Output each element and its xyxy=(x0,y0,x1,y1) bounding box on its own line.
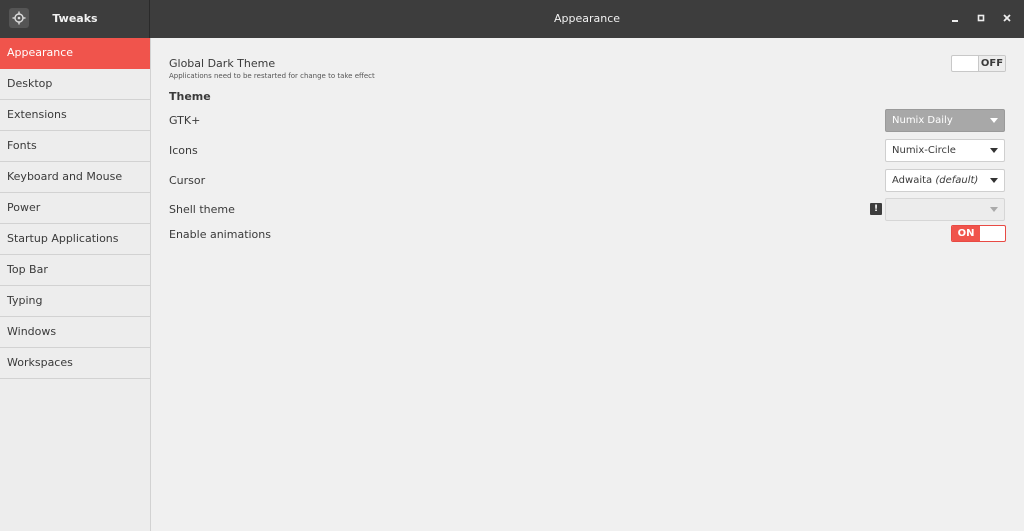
chevron-down-icon xyxy=(990,110,998,131)
enable-animations-label: Enable animations xyxy=(169,228,271,241)
maximize-icon[interactable] xyxy=(974,11,988,25)
window-title: Appearance xyxy=(553,12,621,25)
close-icon[interactable] xyxy=(1000,11,1014,25)
appearance-panel: Global Dark Theme Applications need to b… xyxy=(151,38,1024,531)
sidebar-item-desktop[interactable]: Desktop xyxy=(0,69,150,100)
icons-theme-value: Numix-Circle xyxy=(892,145,956,156)
sidebar-header: Tweaks xyxy=(0,0,150,38)
global-dark-theme-hint: Applications need to be restarted for ch… xyxy=(169,72,375,80)
cursor-theme-default-tag: (default) xyxy=(935,175,979,186)
enable-animations-switch[interactable]: ON xyxy=(951,225,1006,242)
chevron-down-icon xyxy=(990,199,998,220)
shell-theme-dropdown xyxy=(885,198,1005,221)
sidebar-item-extensions[interactable]: Extensions xyxy=(0,100,150,131)
switch-state-label: OFF xyxy=(978,56,1005,71)
gtk-theme-dropdown[interactable]: Numix Daily xyxy=(885,109,1005,132)
warning-icon: ! xyxy=(870,203,882,215)
cursor-theme-value: Adwaita xyxy=(892,175,936,186)
window-controls xyxy=(948,11,1014,25)
sidebar-item-windows[interactable]: Windows xyxy=(0,317,150,348)
sidebar-item-typing[interactable]: Typing xyxy=(0,286,150,317)
cursor-theme-label: Cursor xyxy=(169,174,206,187)
sidebar: Appearance Desktop Extensions Fonts Keyb… xyxy=(0,38,151,531)
app-title: Tweaks xyxy=(52,12,98,25)
sidebar-item-top-bar[interactable]: Top Bar xyxy=(0,255,150,286)
global-dark-theme-label: Global Dark Theme xyxy=(169,57,276,70)
sidebar-item-keyboard-and-mouse[interactable]: Keyboard and Mouse xyxy=(0,162,150,193)
header-bar: Tweaks Appearance xyxy=(0,0,1024,38)
sidebar-item-fonts[interactable]: Fonts xyxy=(0,131,150,162)
switch-state-label: ON xyxy=(952,226,980,241)
chevron-down-icon xyxy=(990,170,998,191)
global-dark-theme-switch[interactable]: OFF xyxy=(951,55,1006,72)
gtk-theme-label: GTK+ xyxy=(169,114,201,127)
sidebar-item-power[interactable]: Power xyxy=(0,193,150,224)
sidebar-item-workspaces[interactable]: Workspaces xyxy=(0,348,150,379)
sidebar-item-appearance[interactable]: Appearance xyxy=(0,38,150,69)
icons-theme-label: Icons xyxy=(169,144,198,157)
cursor-theme-dropdown[interactable]: Adwaita (default) xyxy=(885,169,1005,192)
icons-theme-dropdown[interactable]: Numix-Circle xyxy=(885,139,1005,162)
sidebar-item-startup-applications[interactable]: Startup Applications xyxy=(0,224,150,255)
shell-theme-label: Shell theme xyxy=(169,203,235,216)
minimize-icon[interactable] xyxy=(948,11,962,25)
theme-section-heading: Theme xyxy=(169,90,211,103)
chevron-down-icon xyxy=(990,140,998,161)
gtk-theme-value: Numix Daily xyxy=(892,115,953,126)
